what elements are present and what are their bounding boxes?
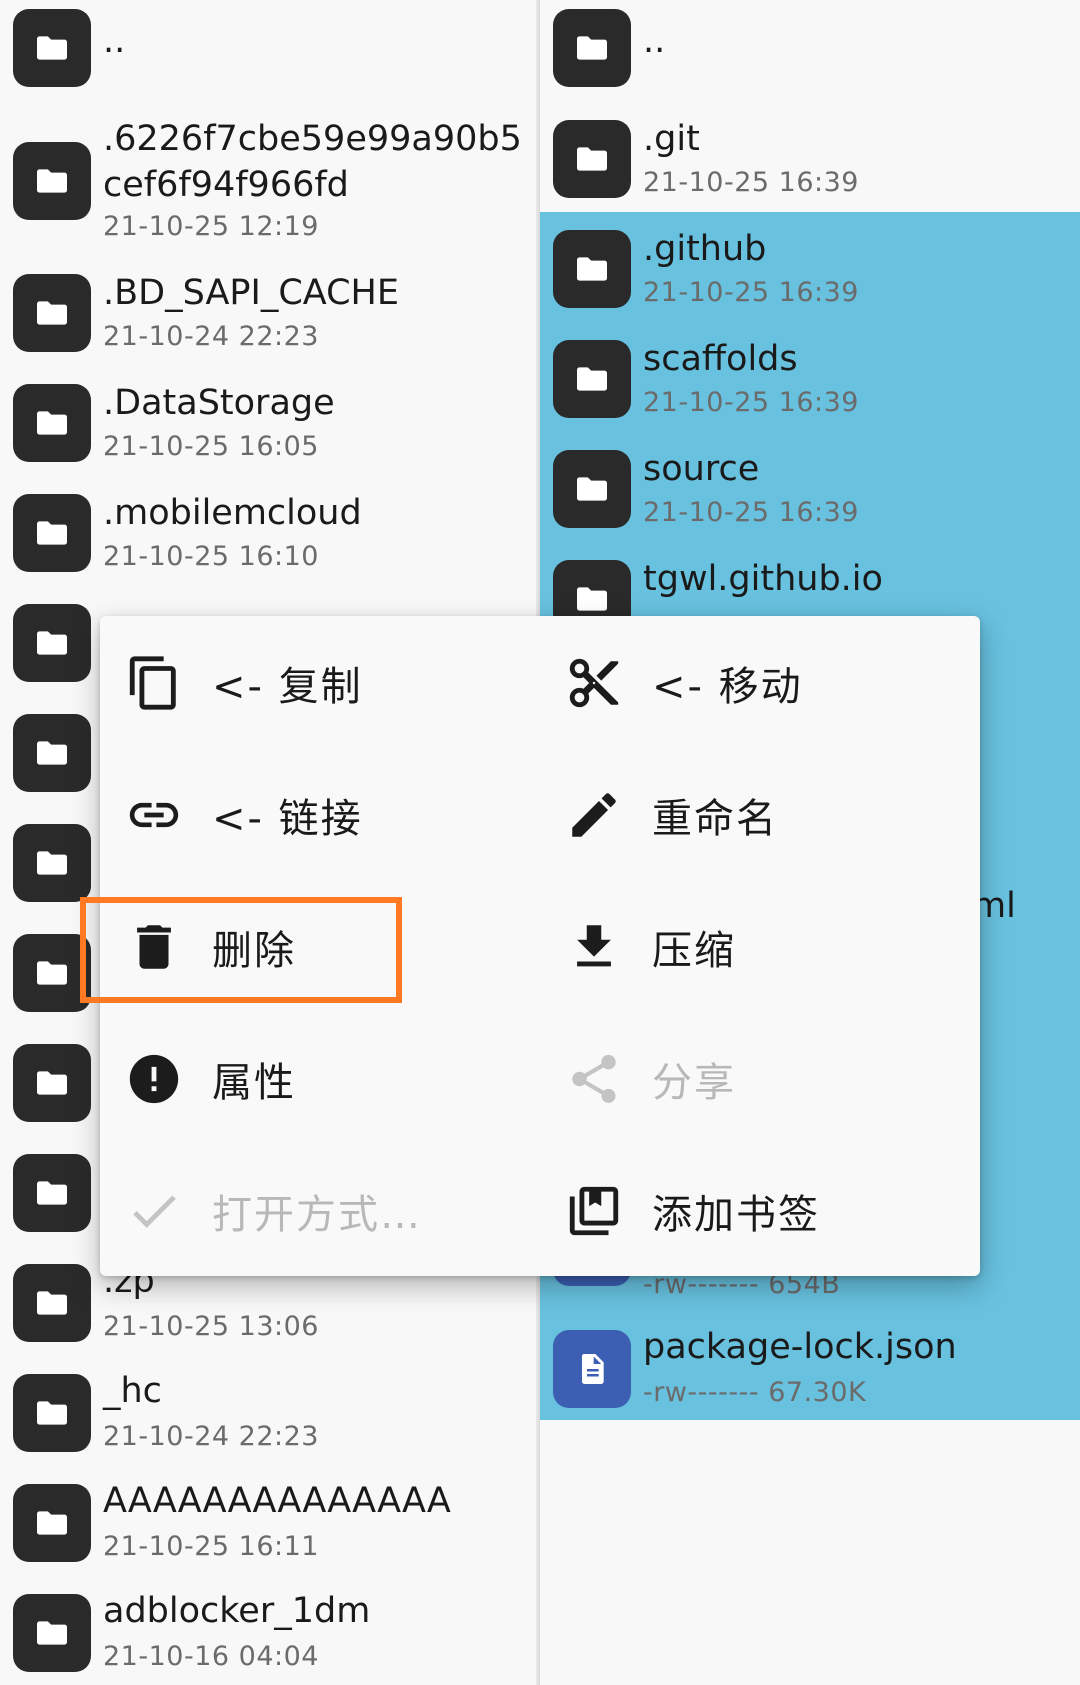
file-date: 21-10-25 16:39 — [643, 277, 859, 308]
file-row[interactable]: AAAAAAAAAAAAAA 21-10-25 16:11 — [0, 1481, 538, 1572]
file-name: AAAAAAAAAAAAAA — [103, 1481, 451, 1521]
menu-item-link[interactable]: <- 链接 — [100, 760, 530, 870]
pencil-icon — [564, 785, 624, 845]
file-date: 21-10-25 16:11 — [103, 1531, 319, 1562]
menu-item-label: 分享 — [652, 1060, 736, 1106]
file-name: .mobilemcloud — [103, 493, 362, 533]
file-date: 21-10-16 04:04 — [103, 1641, 319, 1672]
folder-icon — [13, 384, 91, 462]
file-row[interactable]: adblocker_1dm 21-10-16 04:04 — [0, 1591, 538, 1682]
menu-item-label: <- 链接 — [212, 796, 363, 842]
link-icon — [124, 785, 184, 845]
file-row[interactable]: .mobilemcloud 21-10-25 16:10 — [0, 490, 538, 580]
file-date: 21-10-25 16:05 — [103, 431, 319, 462]
file-name: scaffolds — [643, 339, 798, 379]
file-date: 21-10-25 12:19 — [103, 211, 319, 242]
menu-item-label: 属性 — [212, 1060, 296, 1106]
menu-item-bookmark[interactable]: 添加书签 — [540, 1156, 970, 1266]
folder-icon — [13, 494, 91, 572]
folder-icon[interactable] — [13, 604, 91, 682]
file-date: 21-10-25 16:10 — [103, 541, 319, 572]
bookmark-icon — [564, 1181, 624, 1241]
document-icon — [553, 1330, 631, 1408]
menu-item-share[interactable]: 分享 — [540, 1024, 970, 1134]
file-name: .github — [643, 229, 767, 269]
download-icon — [564, 917, 624, 977]
folder-icon[interactable] — [13, 714, 91, 792]
folder-icon[interactable] — [13, 824, 91, 902]
folder-icon — [553, 230, 631, 308]
file-name: tgwl.github.io — [643, 559, 883, 599]
delete-highlight-outline — [80, 897, 402, 1003]
folder-icon — [13, 1264, 91, 1342]
file-date: 21-10-25 16:39 — [643, 387, 859, 418]
folder-icon — [13, 9, 91, 87]
folder-icon — [13, 1374, 91, 1452]
folder-icon — [13, 1594, 91, 1672]
file-row-selected[interactable]: package-lock.json -rw------- 67.30K — [540, 1327, 1080, 1418]
file-name: source — [643, 449, 760, 489]
file-name: adblocker_1dm — [103, 1591, 371, 1631]
file-name: .6226f7cbe59e99a90b5cef6f94f966fd — [103, 119, 522, 205]
file-name: .. — [643, 21, 666, 61]
menu-item-label: 打开方式… — [212, 1192, 422, 1238]
check-icon — [124, 1181, 184, 1241]
file-date: 21-10-24 22:23 — [103, 1421, 319, 1452]
menu-item-label: <- 复制 — [212, 664, 363, 710]
folder-icon — [13, 274, 91, 352]
folder-icon — [553, 120, 631, 198]
file-name: .DataStorage — [103, 383, 335, 423]
menu-item-open-with[interactable]: 打开方式… — [100, 1156, 530, 1266]
file-row-selected[interactable]: scaffolds 21-10-25 16:39 — [540, 338, 1080, 428]
file-row-parent[interactable]: .. — [540, 8, 1080, 88]
cut-icon — [564, 653, 624, 713]
menu-item-label: 添加书签 — [652, 1192, 820, 1238]
menu-item-move[interactable]: <- 移动 — [540, 628, 970, 738]
file-row-selected[interactable]: .github 21-10-25 16:39 — [540, 228, 1080, 318]
file-row[interactable]: .BD_SAPI_CACHE 21-10-24 22:23 — [0, 270, 538, 360]
file-row-selected[interactable]: source 21-10-25 16:39 — [540, 448, 1080, 538]
file-row[interactable]: _hc 21-10-24 22:23 — [0, 1371, 538, 1462]
folder-icon — [13, 142, 91, 220]
folder-icon — [553, 450, 631, 528]
file-date: 21-10-25 13:06 — [103, 1311, 319, 1342]
file-name: .. — [103, 21, 126, 61]
menu-item-copy[interactable]: <- 复制 — [100, 628, 530, 738]
menu-item-label: 重命名 — [652, 796, 778, 842]
file-row-parent[interactable]: .. — [0, 8, 538, 88]
file-name: package-lock.json — [643, 1327, 957, 1367]
copy-icon — [124, 653, 184, 713]
file-date: 21-10-25 16:39 — [643, 167, 859, 198]
folder-icon[interactable] — [13, 1044, 91, 1122]
menu-item-compress[interactable]: 压缩 — [540, 892, 970, 1002]
file-name: .BD_SAPI_CACHE — [103, 273, 399, 313]
folder-icon[interactable] — [13, 1154, 91, 1232]
file-row[interactable]: .6226f7cbe59e99a90b5cef6f94f966fd 21-10-… — [0, 116, 538, 246]
file-date: 21-10-25 16:39 — [643, 497, 859, 528]
menu-item-properties[interactable]: 属性 — [100, 1024, 530, 1134]
info-icon — [124, 1049, 184, 1109]
share-icon — [564, 1049, 624, 1109]
menu-item-rename[interactable]: 重命名 — [540, 760, 970, 870]
file-name: _hc — [103, 1371, 162, 1411]
menu-item-label: <- 移动 — [652, 664, 803, 710]
file-name: .git — [643, 119, 700, 159]
folder-icon — [553, 9, 631, 87]
file-row[interactable]: .DataStorage 21-10-25 16:05 — [0, 380, 538, 470]
menu-item-label: 压缩 — [652, 928, 736, 974]
folder-icon — [553, 340, 631, 418]
file-size: -rw------- 67.30K — [643, 1377, 867, 1408]
file-row[interactable]: .git 21-10-25 16:39 — [540, 118, 1080, 208]
file-date: 21-10-24 22:23 — [103, 321, 319, 352]
folder-icon — [13, 1484, 91, 1562]
